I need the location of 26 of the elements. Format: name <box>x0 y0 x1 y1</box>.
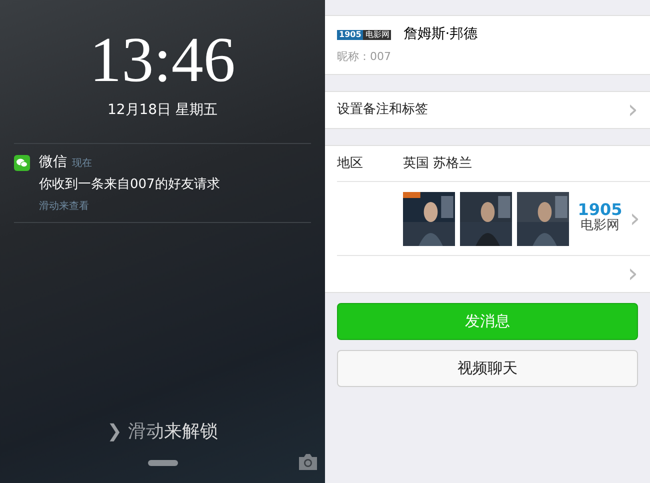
home-indicator <box>148 460 178 466</box>
chevron-icon: › <box>628 97 638 123</box>
date-text: 12月18日 星期五 <box>106 101 219 120</box>
logo-number: 1905 <box>578 202 622 218</box>
app-name: 微信 <box>39 153 67 172</box>
region-value: 英国 苏格兰 <box>403 154 472 173</box>
clock-time: 13:46 <box>88 23 236 97</box>
nickname: 昵称：007 <box>337 49 392 66</box>
notification-hint: 滑动来查看 <box>39 200 90 214</box>
notification-card[interactable]: 微信 现在 你收到一条来自007的好友请求 滑动来查看 <box>14 144 311 222</box>
camera-icon[interactable] <box>297 453 319 471</box>
logo-text: 电影网 <box>580 218 620 235</box>
slide-to-unlock[interactable]: ❯ 滑动来解锁 <box>106 418 218 445</box>
arrow-icon: ❯ <box>106 418 122 445</box>
chevron-icon: › <box>628 261 638 287</box>
logo-text: 电影网 <box>363 30 392 40</box>
notification-time: 现在 <box>72 157 92 171</box>
remark-label: 设置备注和标签 <box>337 101 428 120</box>
region-label: 地区 <box>337 154 364 173</box>
remark-row[interactable]: 设置备注和标签 › <box>325 91 650 129</box>
chat-bubbles-icon <box>14 155 30 171</box>
video-call-button[interactable]: 视频聊天 <box>337 350 638 387</box>
chevron-icon: › <box>630 206 640 232</box>
logo-number: 1905 <box>337 30 364 40</box>
notification-message: 你收到一条来自007的好友请求 <box>39 176 220 194</box>
contact-name: 詹姆斯·邦德 <box>403 25 478 44</box>
